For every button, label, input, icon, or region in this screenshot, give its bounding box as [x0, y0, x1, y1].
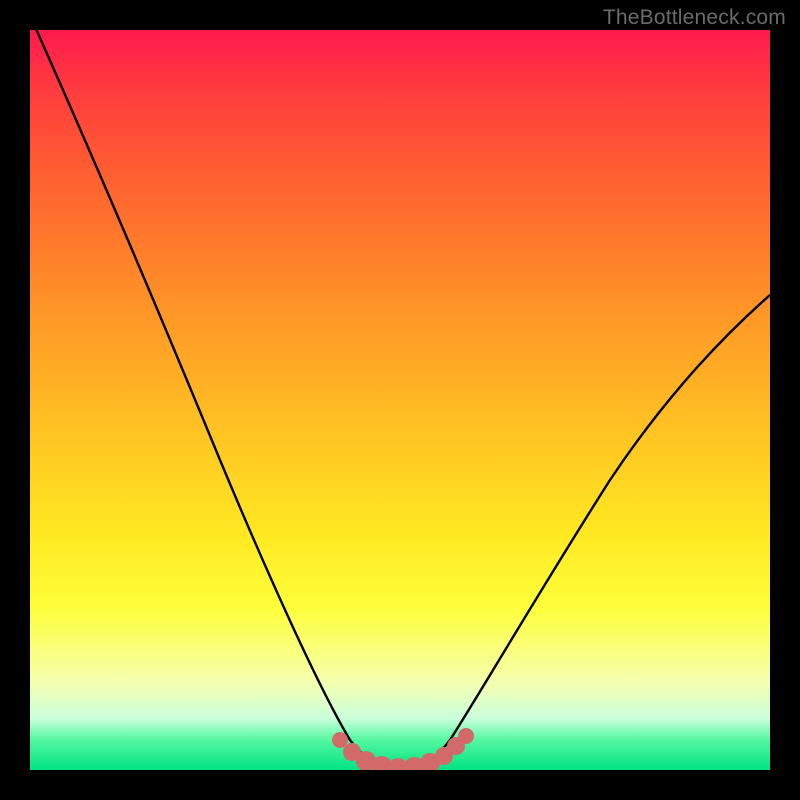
watermark-text: TheBottleneck.com: [603, 6, 786, 30]
chart-frame: TheBottleneck.com: [0, 0, 800, 800]
bottleneck-curve: [32, 30, 770, 768]
plot-area: [30, 30, 770, 770]
curve-layer: [30, 30, 770, 770]
